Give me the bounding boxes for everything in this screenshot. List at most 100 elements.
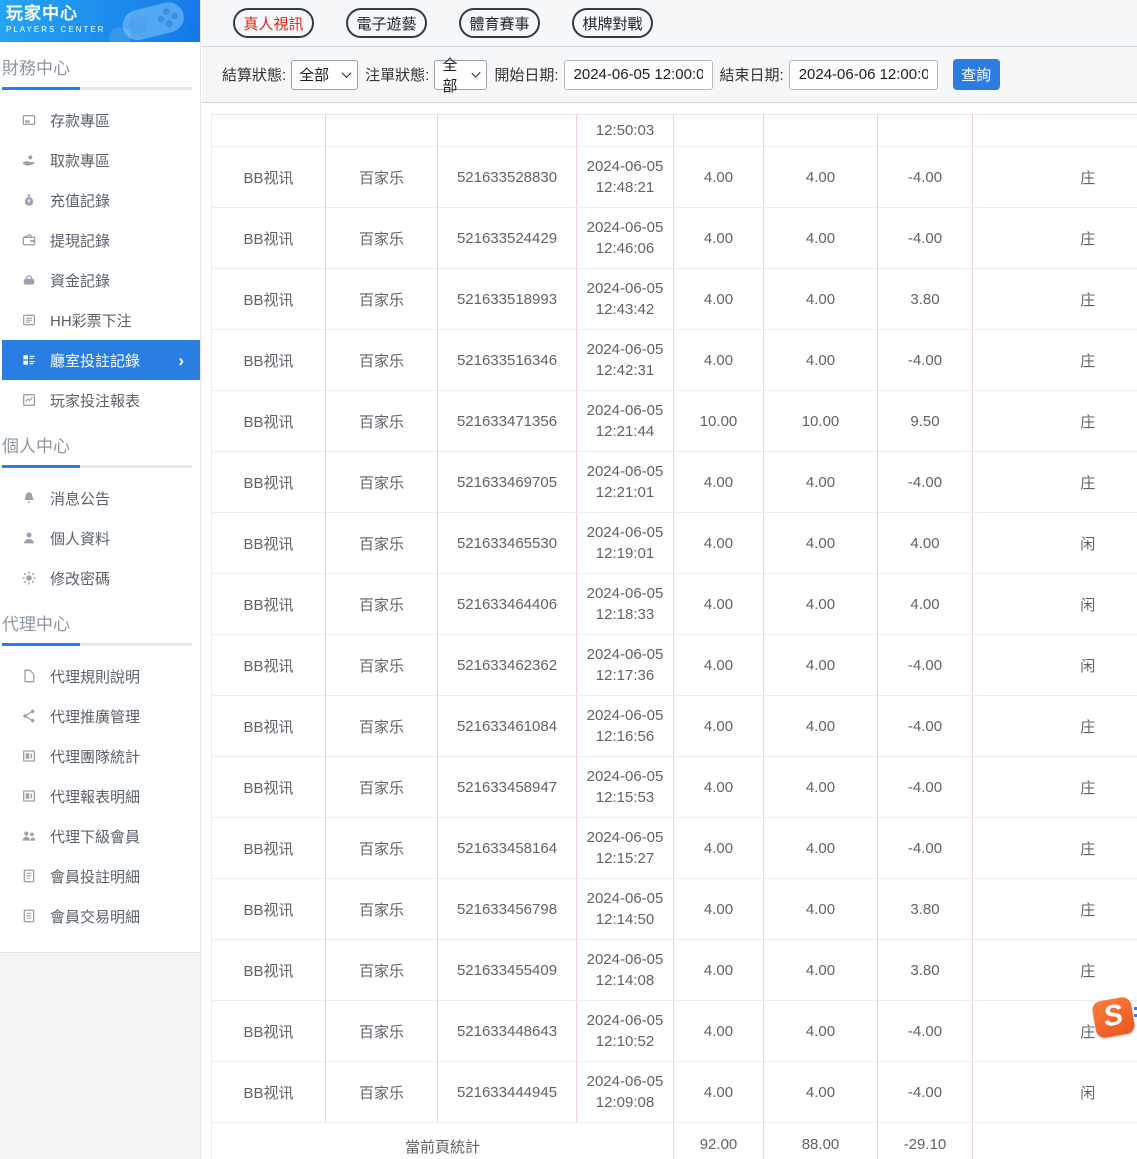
sidebar-item-wallet-0-3[interactable]: 提現記錄 xyxy=(2,220,200,260)
cell-result: 庄 xyxy=(973,208,1137,269)
logo-subtitle: PLAYERS CENTER xyxy=(6,25,200,35)
players-center-logo: 玩家中心 PLAYERS CENTER xyxy=(0,0,200,42)
sidebar-item-person-1-1[interactable]: 個人資料 xyxy=(2,518,200,558)
tab-0[interactable]: 真人視訊 xyxy=(233,8,314,38)
cell-date: 2024-06-05 xyxy=(577,278,673,299)
cell-order: 521633455409 xyxy=(438,940,577,1001)
settle-status-select[interactable]: 全部 xyxy=(291,60,358,90)
cell-winloss: -4.00 xyxy=(878,147,973,208)
sidebar-item-doc-grid-2-6[interactable]: 會員交易明細 xyxy=(2,896,200,936)
cell-result: 闲 xyxy=(973,1062,1137,1123)
cell-date: 2024-06-05 xyxy=(577,522,673,543)
cell-valid: 4.00 xyxy=(764,574,878,635)
sidebar-item-chart-report-0-7[interactable]: 玩家投注報表 xyxy=(2,380,200,420)
cell-winloss: -4.00 xyxy=(878,208,973,269)
footer-bet-total: 92.00 xyxy=(674,1123,764,1159)
tab-1[interactable]: 電子遊藝 xyxy=(346,8,427,38)
search-button[interactable]: 查詢 xyxy=(953,59,1000,90)
cell-bet xyxy=(674,115,764,147)
cell-winloss: 3.80 xyxy=(878,269,973,330)
cell-game: 百家乐 xyxy=(326,269,438,330)
cell-valid: 4.00 xyxy=(764,269,878,330)
sidebar-section: 代理中心 代理規則說明 代理推廣管理 代理團隊統計 xyxy=(0,610,200,936)
sidebar-item-list-0-5[interactable]: HH彩票下注 xyxy=(2,300,200,340)
sidebar-item-kanban-0-6[interactable]: 廳室投註記錄 › xyxy=(2,340,200,380)
sogou-letter: S xyxy=(1101,1001,1125,1033)
cell-valid: 4.00 xyxy=(764,940,878,1001)
cell-winloss: -4.00 xyxy=(878,1062,973,1123)
cell-game xyxy=(326,115,438,147)
cell-time: 12:46:06 xyxy=(577,238,673,259)
cell-platform: BB视讯 xyxy=(212,879,326,940)
sidebar-item-label: 玩家投注報表 xyxy=(50,390,140,411)
cell-order: 521633471356 xyxy=(438,391,577,452)
cell-order: 521633458164 xyxy=(438,818,577,879)
cell-date: 2024-06-05 xyxy=(577,583,673,604)
section-underline xyxy=(2,87,192,90)
end-date-input[interactable] xyxy=(789,60,938,90)
cell-bet: 4.00 xyxy=(674,330,764,391)
start-date-input[interactable] xyxy=(564,60,713,90)
cell-time: 12:43:42 xyxy=(577,299,673,320)
sogou-ime-indicator[interactable]: S xyxy=(1094,999,1137,1043)
sidebar-item-bank-card-0-0[interactable]: 存款專區 xyxy=(2,100,200,140)
sogou-icon: S xyxy=(1091,996,1136,1039)
cell-datetime: 2024-06-05 12:48:21 xyxy=(577,147,674,208)
cell-game: 百家乐 xyxy=(326,391,438,452)
cell-datetime: 2024-06-05 12:14:08 xyxy=(577,940,674,1001)
sidebar-item-gear-1-2[interactable]: 修改密碼 xyxy=(2,558,200,598)
sidebar-item-withdraw-hand-0-1[interactable]: 取款專區 xyxy=(2,140,200,180)
sidebar-item-document-2-0[interactable]: 代理規則說明 xyxy=(2,656,200,696)
withdraw-hand-icon xyxy=(21,152,37,168)
sidebar-item-bell-1-0[interactable]: 消息公告 xyxy=(2,478,200,518)
sidebar-item-report-2-2[interactable]: 代理團隊統計 xyxy=(2,736,200,776)
cell-order: 521633469705 xyxy=(438,452,577,513)
cell-game: 百家乐 xyxy=(326,1001,438,1062)
cell-platform: BB视讯 xyxy=(212,452,326,513)
cell-valid: 4.00 xyxy=(764,330,878,391)
tab-3[interactable]: 棋牌對戰 xyxy=(572,8,653,38)
sidebar-item-doc-lines-2-5[interactable]: 會員投註明細 xyxy=(2,856,200,896)
wallet-icon xyxy=(21,232,37,248)
order-status-select[interactable]: 全部 xyxy=(434,60,487,90)
users-icon xyxy=(21,828,37,844)
kanban-icon xyxy=(21,352,37,368)
cell-valid: 4.00 xyxy=(764,696,878,757)
sidebar-item-money-bag-0-2[interactable]: 充值記錄 xyxy=(2,180,200,220)
cell-winloss: 4.00 xyxy=(878,574,973,635)
sidebar-item-users-2-4[interactable]: 代理下級會員 xyxy=(2,816,200,856)
cell-valid: 4.00 xyxy=(764,818,878,879)
cell-time: 12:18:33 xyxy=(577,604,673,625)
sidebar-item-purse-0-4[interactable]: 資金記錄 xyxy=(2,260,200,300)
cell-time: 12:50:03 xyxy=(577,115,674,147)
tab-2[interactable]: 體育賽事 xyxy=(459,8,540,38)
cell-time: 12:42:31 xyxy=(577,360,673,381)
cell-datetime: 2024-06-05 12:21:44 xyxy=(577,391,674,452)
cell-platform: BB视讯 xyxy=(212,574,326,635)
cell-platform: BB视讯 xyxy=(212,1062,326,1123)
cell-date: 2024-06-05 xyxy=(577,217,673,238)
cell-bet: 4.00 xyxy=(674,147,764,208)
cell-game: 百家乐 xyxy=(326,757,438,818)
cell-datetime: 2024-06-05 12:46:06 xyxy=(577,208,674,269)
cell-winloss: 9.50 xyxy=(878,391,973,452)
cell-bet: 4.00 xyxy=(674,1001,764,1062)
cell-result: 庄 xyxy=(973,269,1137,330)
cell-time: 12:10:52 xyxy=(577,1031,673,1052)
cell-datetime: 2024-06-05 12:09:08 xyxy=(577,1062,674,1123)
sidebar-item-label: 會員投註明細 xyxy=(50,866,140,887)
table-row: BB视讯 百家乐 521633448643 2024-06-05 12:10:5… xyxy=(212,1001,1137,1062)
cell-bet: 4.00 xyxy=(674,635,764,696)
sidebar-item-report-2-3[interactable]: 代理報表明細 xyxy=(2,776,200,816)
cell-winloss: -4.00 xyxy=(878,635,973,696)
cell-platform: BB视讯 xyxy=(212,147,326,208)
sidebar-item-label: 修改密碼 xyxy=(50,568,110,589)
cell-date: 2024-06-05 xyxy=(577,461,673,482)
filter-bar: 結算狀態: 全部 注單狀態: 全部 開始日期: 結束日期: 查詢 xyxy=(202,47,1137,103)
cell-result: 庄 xyxy=(973,391,1137,452)
cell-time: 12:15:53 xyxy=(577,787,673,808)
cell-platform: BB视讯 xyxy=(212,391,326,452)
sidebar-item-share-2-1[interactable]: 代理推廣管理 xyxy=(2,696,200,736)
cell-game: 百家乐 xyxy=(326,1062,438,1123)
cell-order: 521633458947 xyxy=(438,757,577,818)
